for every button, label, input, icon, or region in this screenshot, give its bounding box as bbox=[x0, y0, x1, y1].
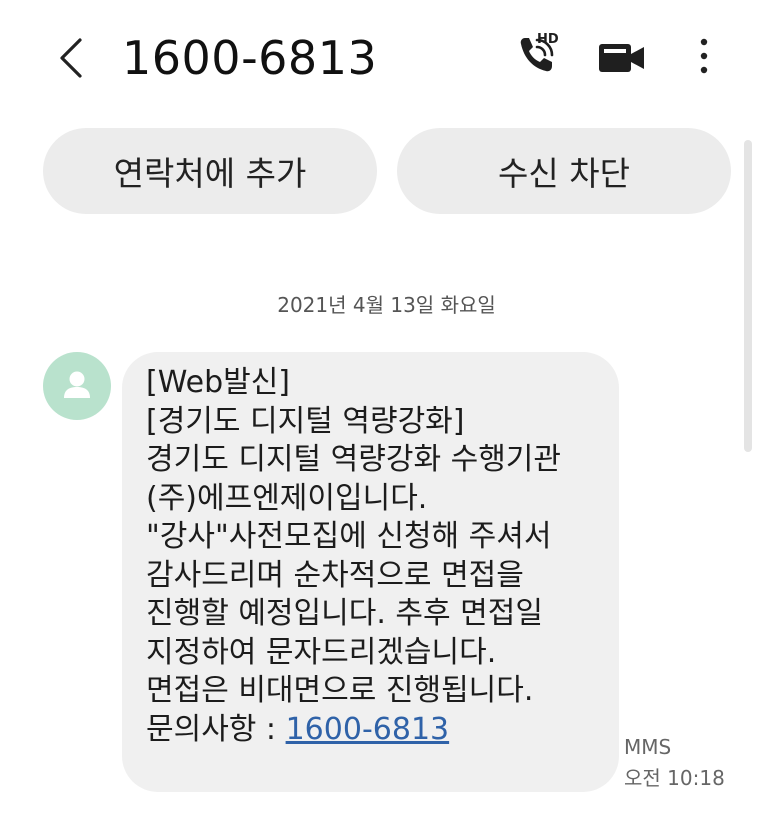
more-vertical-icon bbox=[700, 38, 708, 74]
video-call-button[interactable] bbox=[596, 38, 650, 78]
video-camera-icon bbox=[599, 44, 644, 72]
date-divider: 2021년 4월 13일 화요일 bbox=[277, 293, 496, 317]
message-line: 지정하여 문자드리겠습니다. bbox=[146, 634, 497, 670]
phone-hd-icon: HD bbox=[520, 32, 559, 72]
conversation-title: 1600-6813 bbox=[122, 31, 378, 85]
message-line: [경기도 디지털 역량강화] bbox=[146, 403, 465, 439]
message-meta: MMS 오전 10:18 bbox=[624, 732, 725, 794]
message-line: 면접은 비대면으로 진행됩니다. bbox=[146, 673, 534, 708]
app-header: 1600-6813 HD bbox=[0, 0, 773, 118]
message-line: (주)에프엔제이입니다. bbox=[146, 480, 428, 516]
back-button[interactable] bbox=[48, 30, 98, 86]
message-time: 오전 10:18 bbox=[624, 766, 725, 790]
more-options-button[interactable] bbox=[690, 32, 718, 82]
add-contact-button[interactable]: 연락처에 추가 bbox=[43, 128, 377, 214]
message-line: 감사드리며 순차적으로 면접을 bbox=[146, 557, 524, 593]
message-line: "강사"사전모집에 신청해 주셔서 bbox=[146, 519, 552, 554]
message-line: 진행할 예정입니다. 추후 면접일 bbox=[146, 596, 543, 631]
call-button[interactable]: HD bbox=[510, 30, 570, 82]
message-line: 경기도 디지털 역량강화 수행기관 bbox=[146, 442, 562, 477]
message-text: [Web발신] [경기도 디지털 역량강화] 경기도 디지털 역량강화 수행기관… bbox=[146, 364, 616, 749]
chevron-left-icon bbox=[60, 38, 82, 78]
inquiry-label: 문의사항 : bbox=[146, 711, 286, 747]
message-line: [Web발신] bbox=[146, 365, 291, 400]
person-icon bbox=[64, 371, 90, 398]
hd-badge: HD bbox=[537, 32, 559, 47]
block-number-button[interactable]: 수신 차단 bbox=[397, 128, 731, 214]
avatar[interactable] bbox=[43, 352, 111, 420]
message-type: MMS bbox=[624, 735, 672, 759]
phone-number-link[interactable]: 1600-6813 bbox=[286, 712, 450, 747]
message-inquiry-line: 문의사항 : 1600-6813 bbox=[146, 711, 616, 750]
